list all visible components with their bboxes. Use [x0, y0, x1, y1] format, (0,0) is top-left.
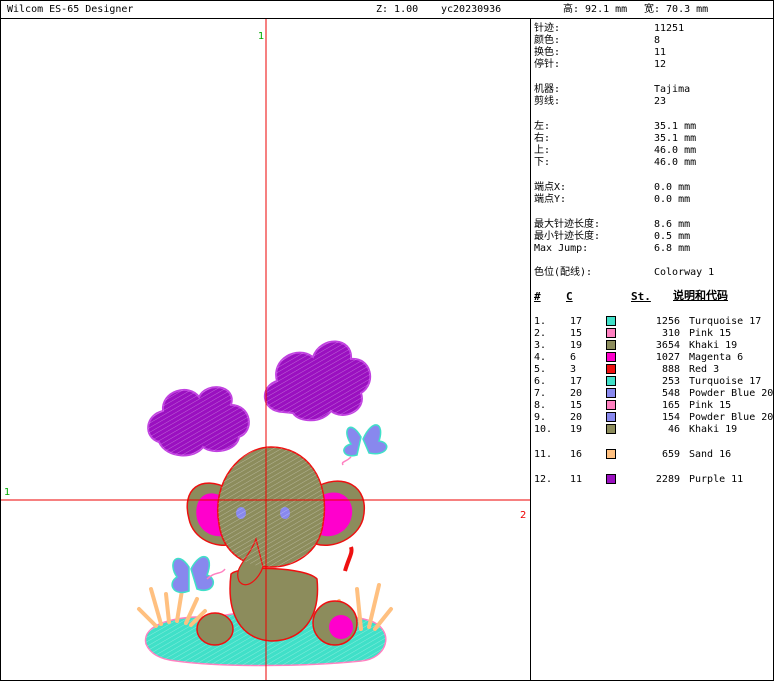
color-swatch: [606, 424, 616, 434]
design-height: 高: 92.1 mm: [563, 4, 628, 15]
color-description: Khaki 19: [689, 424, 738, 435]
color-code: 19: [570, 424, 583, 435]
color-swatch: [606, 340, 616, 350]
color-code: 17: [570, 316, 583, 327]
color-number: 1.: [534, 316, 547, 327]
butterfly-right: [341, 424, 388, 466]
color-description: Turquoise 17: [689, 316, 762, 327]
color-description: Pink 15: [689, 400, 732, 411]
axis-label-right: 2: [520, 510, 526, 521]
color-stitch-count: 3654: [655, 340, 680, 351]
color-stitch-count: 154: [661, 412, 680, 423]
color-description: Turquoise 17: [689, 376, 762, 387]
butterfly-left: [171, 556, 226, 594]
color-description: Magenta 6: [689, 352, 744, 363]
designer-window: Wilcom ES-65 Designer Z: 1.00 yc20230936…: [0, 0, 774, 681]
color-number: 10.: [534, 424, 553, 435]
color-stitch-count: 165: [661, 400, 680, 411]
color-stitch-count: 310: [661, 328, 680, 339]
color-number: 5.: [534, 364, 547, 375]
color-code: 15: [570, 328, 583, 339]
color-stitch-count: 253: [661, 376, 680, 387]
color-code: 20: [570, 412, 583, 423]
color-code: 17: [570, 376, 583, 387]
design-width: 宽: 70.3 mm: [644, 4, 709, 15]
color-swatch: [606, 316, 616, 326]
color-stitch-count: 46: [667, 424, 680, 435]
axis-label-left: 1: [4, 487, 10, 498]
embroidery-preview: 1 1 2: [1, 19, 530, 680]
color-description: Purple 11: [689, 474, 744, 485]
color-number: 9.: [534, 412, 547, 423]
left-cloud: [147, 386, 250, 457]
color-swatch: [606, 352, 616, 362]
color-description: Red 3: [689, 364, 720, 375]
color-number: 3.: [534, 340, 547, 351]
color-swatch: [606, 412, 616, 422]
header-number: #: [534, 290, 541, 303]
color-code: 6: [570, 352, 577, 363]
design-info-panel: 针迹: 11251 颜色: 8 换色: 11 停针: 12 机器: Tajima 剪线: 2…: [534, 23, 774, 485]
color-description: Pink 15: [689, 328, 732, 339]
color-number: 12.: [534, 474, 553, 485]
color-number: 2.: [534, 328, 547, 339]
color-code: 16: [570, 449, 583, 460]
color-description: Powder Blue 20: [689, 412, 774, 423]
color-description: Sand 16: [689, 449, 732, 460]
color-stitch-count: 548: [661, 388, 680, 399]
color-swatch: [606, 474, 616, 484]
color-swatch: [606, 376, 616, 386]
color-code: 11: [570, 474, 583, 485]
color-number: 8.: [534, 400, 547, 411]
color-code: 3: [570, 364, 577, 375]
color-number: 4.: [534, 352, 547, 363]
color-number: 11.: [534, 449, 553, 460]
header-stitches: St.: [631, 290, 651, 303]
title-bar: Wilcom ES-65 Designer Z: 1.00 yc20230936…: [1, 1, 773, 19]
color-stitch-count: 1027: [655, 352, 680, 363]
design-canvas[interactable]: 1 1 2: [1, 19, 531, 680]
color-code: 20: [570, 388, 583, 399]
right-cloud: [263, 340, 371, 422]
color-swatch: [606, 400, 616, 410]
color-code: 15: [570, 400, 583, 411]
color-stitch-count: 659: [661, 449, 680, 460]
color-swatch: [606, 328, 616, 338]
app-title: Wilcom ES-65 Designer: [7, 4, 134, 15]
color-number: 7.: [534, 388, 547, 399]
color-swatch: [606, 364, 616, 374]
color-number: 6.: [534, 376, 547, 387]
header-code: C: [566, 290, 573, 303]
color-swatch: [606, 449, 616, 459]
color-description: Powder Blue 20: [689, 388, 774, 399]
zoom-level: Z: 1.00: [376, 4, 419, 15]
elephant: [186, 446, 366, 646]
color-stitch-count: 888: [661, 364, 680, 375]
color-description: Khaki 19: [689, 340, 738, 351]
file-name: yc20230936: [441, 4, 502, 15]
color-swatch: [606, 388, 616, 398]
axis-label-top: 1: [258, 31, 264, 42]
color-stitch-count: 2289: [655, 474, 680, 485]
color-code: 19: [570, 340, 583, 351]
color-stitch-count: 1256: [655, 316, 680, 327]
header-description: 说明和代码: [673, 289, 728, 302]
